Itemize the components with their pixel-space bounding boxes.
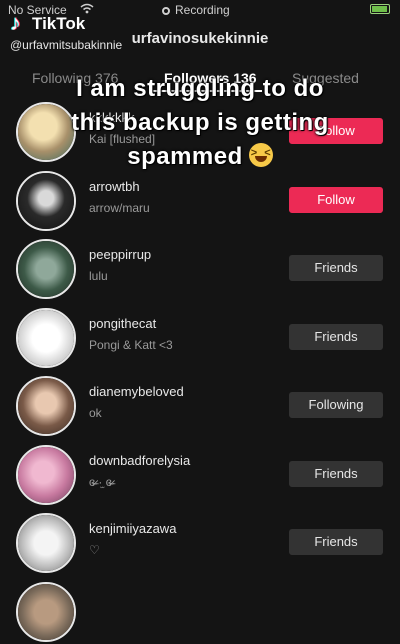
display-name: ♡	[89, 543, 100, 557]
list-item[interactable]: peeppirrup lulu Friends	[0, 233, 400, 302]
friends-button[interactable]: Friends	[289, 461, 383, 487]
recording-indicator: Recording	[162, 3, 230, 17]
list-item[interactable]: dianemybeloved ok Following	[0, 370, 400, 439]
display-name: Pongi & Katt <3	[89, 338, 173, 352]
display-name: ɞ̴̶̷ ·̫ ɞ̴̶̷	[89, 475, 112, 489]
overlay-line-2: this backup is getting	[0, 106, 400, 140]
avatar[interactable]	[16, 171, 76, 231]
username[interactable]: arrowtbh	[89, 179, 140, 194]
record-icon	[162, 7, 170, 15]
friends-button[interactable]: Friends	[289, 529, 383, 555]
recording-label: Recording	[175, 3, 230, 17]
overlay-caption: I am struggling to do this backup is get…	[0, 72, 400, 174]
list-item[interactable]: pongithecat Pongi & Katt <3 Friends	[0, 302, 400, 371]
username[interactable]: dianemybeloved	[89, 384, 184, 399]
overlay-line-3-text: spammed	[127, 143, 243, 170]
avatar[interactable]	[16, 376, 76, 436]
avatar[interactable]	[16, 445, 76, 505]
following-button[interactable]: Following	[289, 392, 383, 418]
list-item[interactable]: arrowtbh arrow/maru Follow	[0, 165, 400, 234]
followers-list: kkkkkkk Kai [flushed] Follow arrowtbh ar…	[0, 96, 400, 644]
username[interactable]: downbadforelysia	[89, 453, 190, 468]
laughing-emoji-icon	[249, 143, 273, 167]
battery-icon	[370, 4, 390, 14]
overlay-line-1: I am struggling to do	[0, 72, 400, 106]
list-item[interactable]: kenjimiiyazawa ♡ Friends	[0, 507, 400, 576]
list-item[interactable]	[0, 576, 400, 644]
display-name: lulu	[89, 269, 108, 283]
avatar[interactable]	[16, 582, 76, 642]
list-item[interactable]: downbadforelysia ɞ̴̶̷ ·̫ ɞ̴̶̷ Friends	[0, 439, 400, 508]
avatar[interactable]	[16, 239, 76, 299]
display-name: arrow/maru	[89, 201, 150, 215]
friends-button[interactable]: Friends	[289, 255, 383, 281]
display-name: ok	[89, 406, 102, 420]
username[interactable]: peeppirrup	[89, 247, 151, 262]
avatar[interactable]	[16, 513, 76, 573]
profile-title: urfavinosukekinnie	[0, 30, 400, 47]
follow-button[interactable]: Follow	[289, 187, 383, 213]
avatar[interactable]	[16, 308, 76, 368]
friends-button[interactable]: Friends	[289, 324, 383, 350]
username[interactable]: kenjimiiyazawa	[89, 521, 176, 536]
username[interactable]: pongithecat	[89, 316, 156, 331]
overlay-line-3: spammed	[0, 140, 400, 174]
